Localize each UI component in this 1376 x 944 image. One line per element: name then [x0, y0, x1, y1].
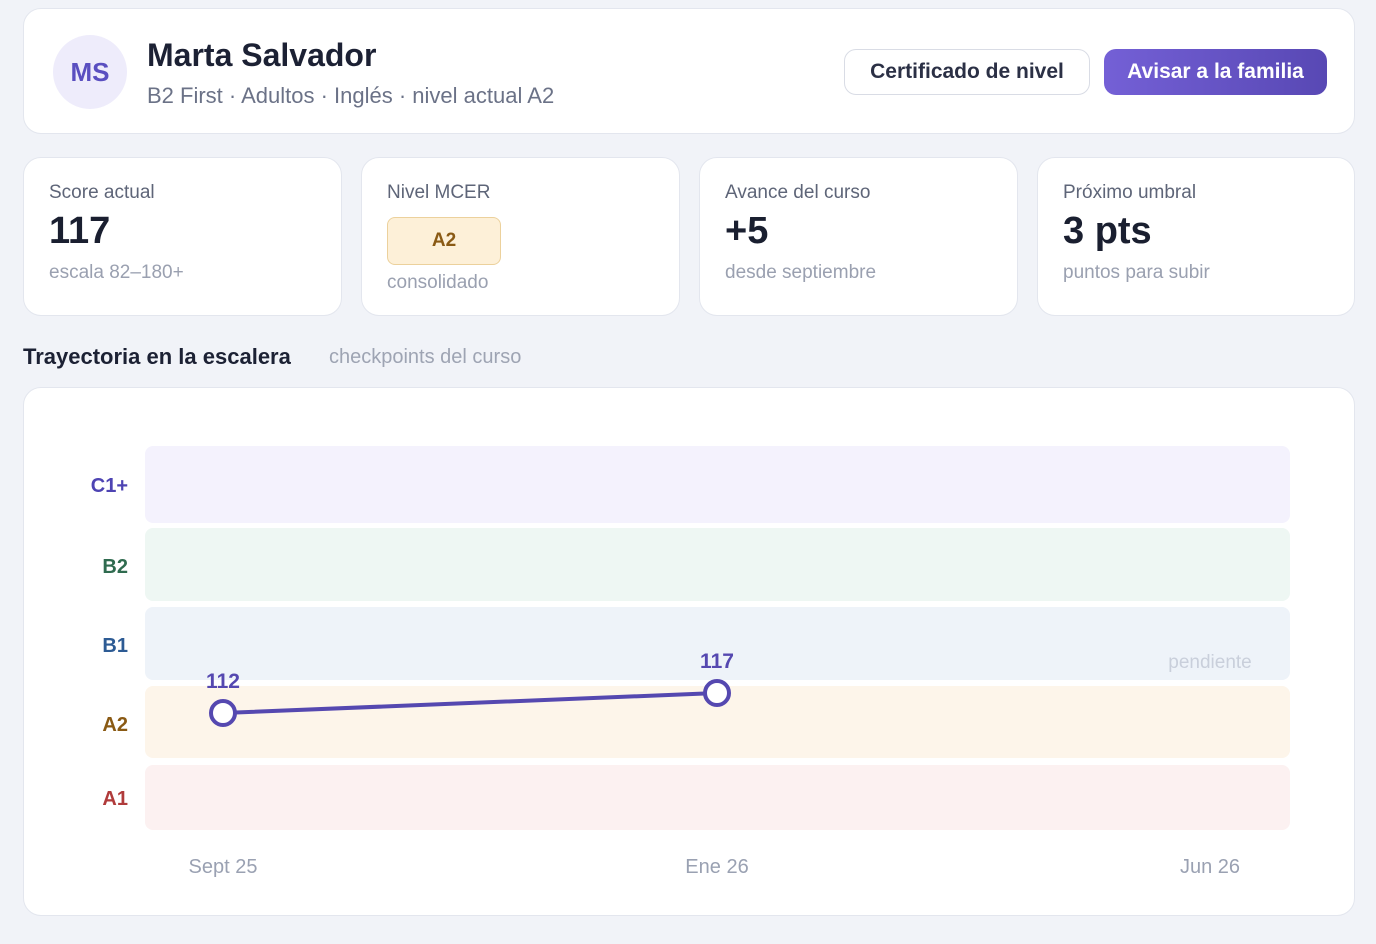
section-subtitle: checkpoints del curso: [329, 346, 522, 368]
trajectory-chart: C1+ B2 B1 A2 A1 Sept 25 Ene 26 Jun 26 112 117 pend…: [91, 446, 1290, 878]
certificate-button[interactable]: Certificado de nivel: [844, 49, 1090, 95]
stat-sub: escala 82–180+: [49, 262, 184, 283]
trajectory-chart-card: C1+ B2 B1 A2 A1 Sept 25 Ene 26 Jun 26 112 117 pend…: [23, 387, 1355, 916]
data-label: 117: [700, 650, 734, 673]
stat-sub: desde septiembre: [725, 262, 877, 283]
stat-value: 117: [49, 210, 111, 252]
band-a1: [145, 765, 1290, 830]
x-tick-label: Ene 26: [685, 856, 748, 878]
section-title: Trayectoria en la escalera: [23, 344, 291, 369]
stat-label: Nivel MCER: [387, 182, 491, 203]
stat-label: Score actual: [49, 182, 155, 203]
stat-card-progress: Avance del curso +5 desde septiembre: [699, 157, 1018, 316]
band-label: A1: [102, 788, 128, 810]
student-subtitle: B2 First · Adultos · Inglés · nivel actu…: [147, 83, 555, 108]
band-b2: [145, 528, 1290, 601]
notify-family-button[interactable]: Avisar a la familia: [1104, 49, 1327, 95]
x-tick-label: Jun 26: [1180, 856, 1240, 878]
student-header: MS Marta Salvador B2 First · Adultos · I…: [23, 8, 1355, 134]
band-label: B1: [102, 635, 128, 657]
stat-sub: consolidado: [387, 272, 489, 293]
band-c1-plus: [145, 446, 1290, 523]
stat-card-level: Nivel MCER A2 consolidado: [361, 157, 680, 316]
pending-label: pendiente: [1168, 652, 1251, 673]
avatar: MS: [53, 35, 127, 109]
data-point: [703, 679, 731, 707]
band-label: A2: [102, 714, 128, 736]
stat-sub: puntos para subir: [1063, 262, 1210, 283]
data-point: [209, 699, 237, 727]
stat-value: 3 pts: [1063, 210, 1152, 252]
stat-card-score: Score actual 117 escala 82–180+: [23, 157, 342, 316]
stat-value: +5: [725, 210, 769, 252]
stat-label: Avance del curso: [725, 182, 871, 203]
level-badge: A2: [387, 217, 501, 265]
stat-label: Próximo umbral: [1063, 182, 1197, 203]
band-label: C1+: [91, 475, 128, 497]
data-label: 112: [206, 670, 240, 693]
stat-card-threshold: Próximo umbral 3 pts puntos para subir: [1037, 157, 1355, 316]
band-label: B2: [102, 556, 128, 578]
student-name: Marta Salvador: [147, 37, 377, 73]
x-tick-label: Sept 25: [189, 856, 258, 878]
